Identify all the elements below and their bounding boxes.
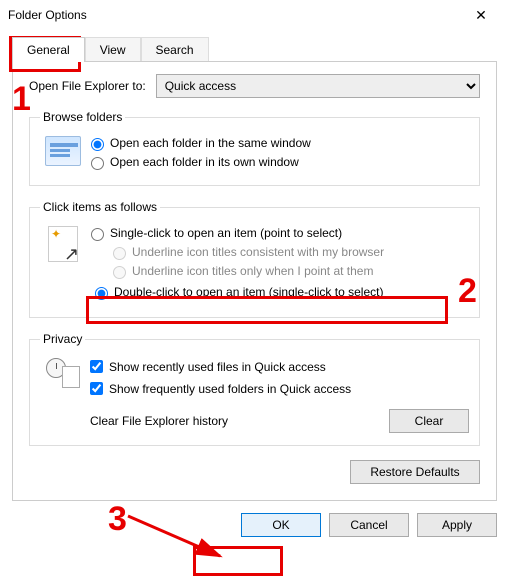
privacy-legend: Privacy (40, 332, 85, 346)
history-icon (40, 354, 86, 388)
annotation-box-ok (193, 546, 283, 576)
privacy-group: Privacy Show recently used files in Quic… (29, 332, 480, 446)
radio-double-click[interactable]: Double-click to open an item (single-cli… (86, 282, 469, 302)
click-items-group: Click items as follows Single-click to o… (29, 200, 480, 318)
tab-strip: General View Search (0, 36, 509, 61)
close-icon[interactable]: ✕ (461, 7, 501, 24)
radio-own-window[interactable]: Open each folder in its own window (86, 154, 469, 170)
tab-search[interactable]: Search (141, 37, 209, 62)
open-explorer-label: Open File Explorer to: (29, 79, 146, 93)
folder-icon (40, 132, 86, 166)
cancel-button[interactable]: Cancel (329, 513, 409, 537)
tab-content: Open File Explorer to: Quick access Brow… (12, 61, 497, 501)
radio-same-window[interactable]: Open each folder in the same window (86, 135, 469, 151)
ok-button[interactable]: OK (241, 513, 321, 537)
clear-history-label: Clear File Explorer history (90, 414, 228, 428)
radio-underline-point: Underline icon titles only when I point … (108, 263, 469, 279)
check-recent-files[interactable]: Show recently used files in Quick access (86, 357, 469, 376)
apply-button[interactable]: Apply (417, 513, 497, 537)
clear-button[interactable]: Clear (389, 409, 469, 433)
tab-general[interactable]: General (12, 37, 85, 62)
tab-view[interactable]: View (85, 37, 141, 62)
window-title: Folder Options (8, 8, 461, 22)
browse-folders-group: Browse folders Open each folder in the s… (29, 110, 480, 186)
open-explorer-row: Open File Explorer to: Quick access (29, 74, 480, 98)
browse-folders-legend: Browse folders (40, 110, 125, 124)
open-explorer-select[interactable]: Quick access (156, 74, 480, 98)
dialog-footer: OK Cancel Apply (0, 513, 509, 549)
radio-single-click[interactable]: Single-click to open an item (point to s… (86, 225, 469, 241)
restore-defaults-button[interactable]: Restore Defaults (350, 460, 480, 484)
check-frequent-folders[interactable]: Show frequently used folders in Quick ac… (86, 379, 469, 398)
titlebar: Folder Options ✕ (0, 0, 509, 30)
radio-underline-browser: Underline icon titles consistent with my… (108, 244, 469, 260)
click-items-legend: Click items as follows (40, 200, 160, 214)
click-icon (40, 222, 86, 262)
